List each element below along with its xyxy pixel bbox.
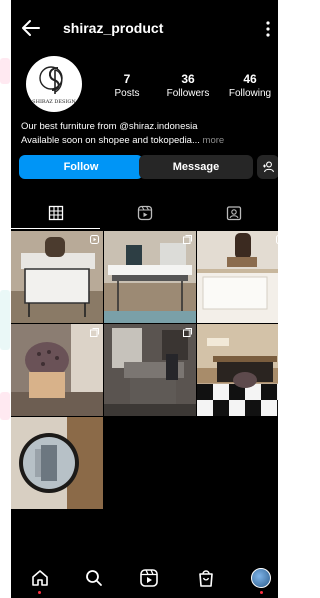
post-thumbnail[interactable] bbox=[104, 324, 196, 416]
carousel-badge-icon bbox=[183, 328, 192, 337]
stat-label: Followers bbox=[166, 88, 210, 99]
grid-icon bbox=[48, 205, 63, 221]
stat-value: 46 bbox=[243, 72, 257, 86]
profile-avatar[interactable]: SHIRAZ DESIGN bbox=[26, 56, 82, 112]
reels-icon[interactable] bbox=[139, 568, 159, 588]
reel-badge-icon bbox=[90, 235, 99, 244]
top-bar: shiraz_product bbox=[11, 14, 278, 44]
avatar-brand-text: SHIRAZ DESIGN bbox=[32, 99, 76, 105]
shop-icon[interactable] bbox=[196, 568, 216, 588]
post-thumbnail[interactable] bbox=[11, 231, 103, 323]
bio-line: Available soon on shopee and tokopedia..… bbox=[21, 135, 200, 146]
back-arrow-icon[interactable] bbox=[19, 16, 43, 40]
carousel-badge-icon bbox=[183, 235, 192, 244]
search-icon[interactable] bbox=[84, 568, 104, 588]
stat-followers[interactable]: 36 Followers bbox=[163, 72, 213, 99]
follow-button[interactable]: Follow bbox=[19, 155, 143, 179]
tab-reels[interactable] bbox=[100, 198, 189, 228]
stat-label: Posts bbox=[114, 88, 140, 99]
stat-label: Following bbox=[228, 88, 272, 99]
post-thumbnail[interactable] bbox=[197, 324, 278, 416]
background-decoration bbox=[0, 392, 10, 420]
message-button[interactable]: Message bbox=[139, 155, 253, 179]
bottom-navigation bbox=[11, 558, 278, 598]
instagram-profile-screen: shiraz_product SHIRAZ DESIGN 7 Posts 36 … bbox=[11, 0, 278, 598]
post-thumbnail[interactable] bbox=[104, 231, 196, 323]
profile-username: shiraz_product bbox=[63, 20, 164, 36]
carousel-badge-icon bbox=[90, 328, 99, 337]
profile-bio: Our best furniture from @shiraz.indonesi… bbox=[21, 120, 276, 148]
reels-icon bbox=[137, 205, 152, 221]
suggested-people-button[interactable] bbox=[257, 155, 278, 179]
home-notification-dot bbox=[38, 591, 41, 594]
stat-posts[interactable]: 7 Posts bbox=[108, 72, 146, 99]
more-options-icon[interactable] bbox=[262, 18, 274, 40]
profile-avatar-nav[interactable] bbox=[251, 568, 271, 588]
bio-more-link[interactable]: more bbox=[203, 135, 225, 146]
stat-value: 7 bbox=[123, 72, 131, 86]
stat-following[interactable]: 46 Following bbox=[223, 72, 277, 99]
tab-tagged[interactable] bbox=[189, 198, 278, 228]
tab-posts-grid[interactable] bbox=[11, 198, 100, 229]
bio-line: Our best furniture from @shiraz.indonesi… bbox=[21, 121, 198, 132]
profile-tabs bbox=[11, 198, 278, 229]
post-thumbnail[interactable] bbox=[197, 231, 278, 323]
shiraz-logo-icon: SHIRAZ DESIGN bbox=[32, 66, 76, 105]
reel-badge-icon bbox=[276, 235, 278, 244]
background-decoration bbox=[0, 58, 10, 84]
profile-notification-dot bbox=[260, 591, 263, 594]
home-icon[interactable] bbox=[30, 568, 50, 588]
post-thumbnail[interactable] bbox=[11, 417, 103, 509]
tagged-icon bbox=[226, 206, 241, 221]
add-person-icon bbox=[263, 161, 275, 173]
post-thumbnail[interactable] bbox=[11, 324, 103, 416]
background-decoration bbox=[0, 290, 10, 350]
stat-value: 36 bbox=[181, 72, 195, 86]
